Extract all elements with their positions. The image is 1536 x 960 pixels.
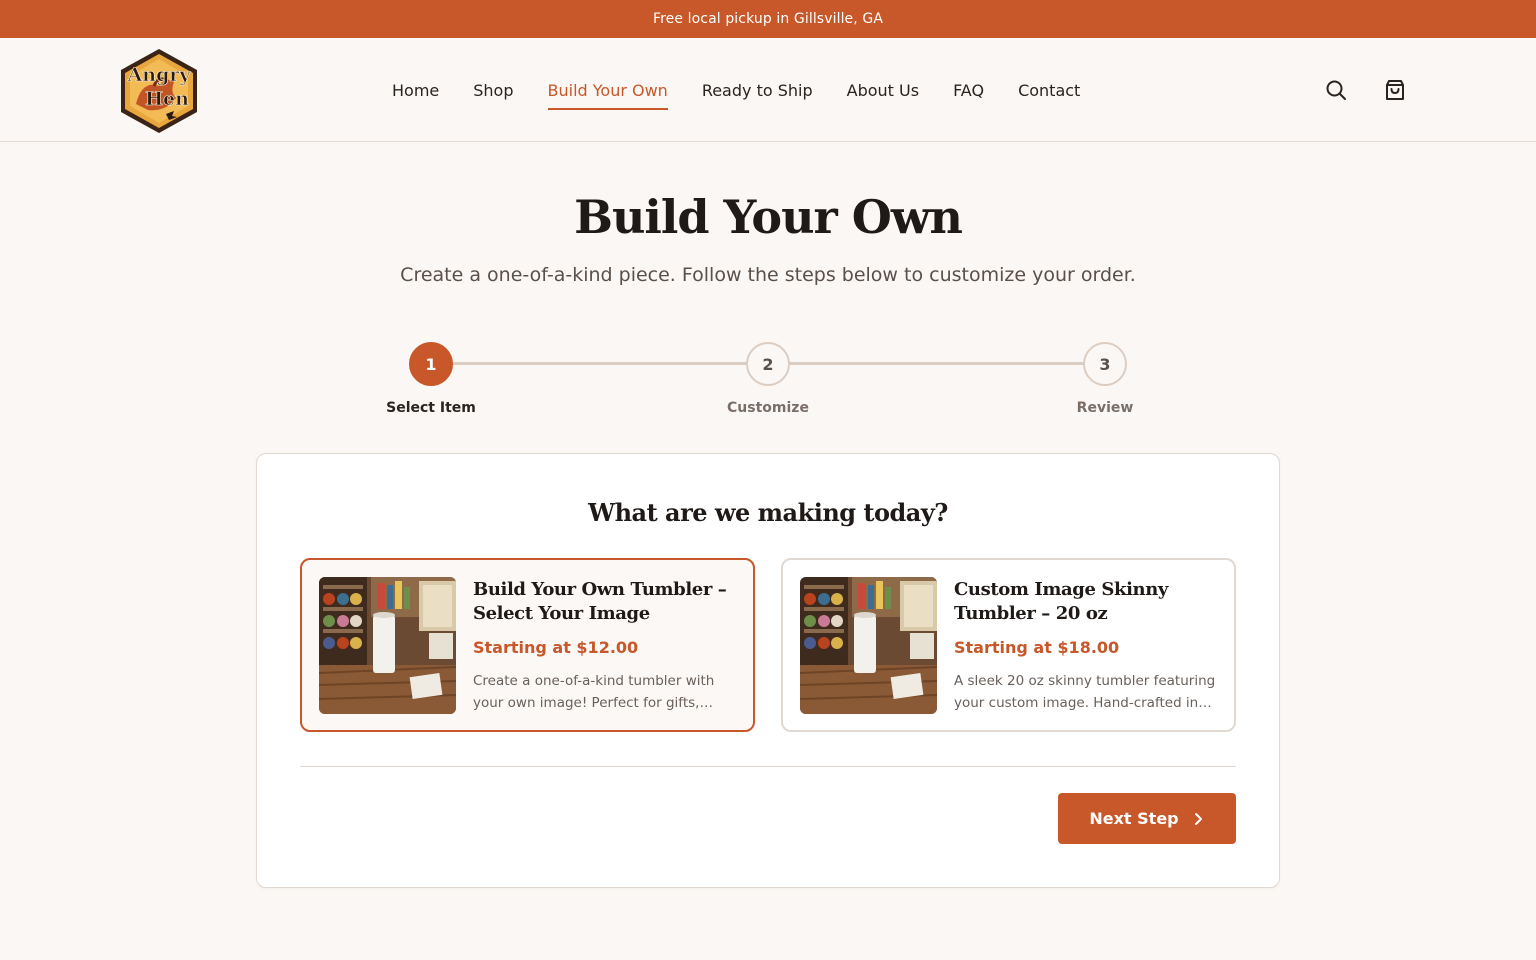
step-1-indicator: 1 — [409, 342, 453, 386]
product-price: Starting at $18.00 — [954, 638, 1120, 657]
panel-heading: What are we making today? — [588, 498, 948, 527]
product-image — [319, 577, 456, 714]
next-step-button[interactable]: Next Step — [1058, 793, 1236, 844]
nav-home[interactable]: Home — [392, 77, 439, 104]
main-nav: Home Shop Build Your Own Ready to Ship A… — [392, 38, 1080, 142]
step-3-indicator: 3 — [1083, 342, 1127, 386]
shopping-bag-icon — [1386, 80, 1404, 100]
product-image — [800, 577, 937, 714]
chevron-right-icon — [1194, 812, 1202, 825]
next-step-label: Next Step — [1089, 809, 1179, 828]
nav-ready-to-ship[interactable]: Ready to Ship — [702, 77, 813, 104]
nav-contact[interactable]: Contact — [1018, 77, 1080, 104]
nav-build-your-own[interactable]: Build Your Own — [547, 77, 669, 110]
panel-divider — [300, 766, 1236, 767]
nav-about-us[interactable]: About Us — [847, 77, 919, 104]
step-3-label: Review — [1076, 400, 1134, 416]
search-icon — [1326, 80, 1346, 100]
logo-text-line2: Hen — [145, 88, 189, 110]
product-description: A sleek 20 oz skinny tumbler featuring y… — [954, 673, 1216, 711]
page-subtitle: Create a one-of-a-kind piece. Follow the… — [400, 264, 1136, 286]
progress-stepper: 1 2 3 Select Item Customize Review — [0, 340, 1536, 430]
step-connector — [452, 362, 747, 365]
product-price: Starting at $12.00 — [473, 638, 639, 657]
product-title: Build Your Own Tumbler – Select Your Ima… — [473, 579, 727, 624]
step-2-label: Customize — [727, 400, 809, 416]
announcement-bar: Free local pickup in Gillsville, GA — [0, 0, 1536, 38]
step-2-indicator: 2 — [746, 342, 790, 386]
select-item-panel: What are we making today? Build Your Own… — [256, 453, 1280, 888]
logo-text-line1: Angry — [127, 64, 192, 86]
product-card-custom-image-skinny-tumbler[interactable]: Custom Image Skinny Tumbler – 20 oz Star… — [781, 558, 1236, 732]
angry-hen-logo-icon: Angry Hen — [121, 49, 197, 133]
site-logo[interactable]: Angry Hen — [114, 46, 204, 136]
announcement-text: Free local pickup in Gillsville, GA — [652, 11, 883, 27]
product-title: Custom Image Skinny Tumbler – 20 oz — [954, 579, 1168, 624]
step-connector — [789, 362, 1084, 365]
site-header: Angry Hen Home Shop Build Your Own Ready… — [0, 38, 1536, 142]
search-button[interactable] — [1322, 76, 1350, 104]
nav-faq[interactable]: FAQ — [953, 77, 984, 104]
cart-button[interactable] — [1381, 76, 1409, 104]
nav-shop[interactable]: Shop — [473, 77, 513, 104]
product-description: Create a one-of-a-kind tumbler with your… — [473, 673, 715, 711]
step-1-label: Select Item — [386, 400, 476, 416]
product-card-build-your-own-tumbler[interactable]: Build Your Own Tumbler – Select Your Ima… — [300, 558, 755, 732]
page-title: Build Your Own — [574, 190, 963, 244]
